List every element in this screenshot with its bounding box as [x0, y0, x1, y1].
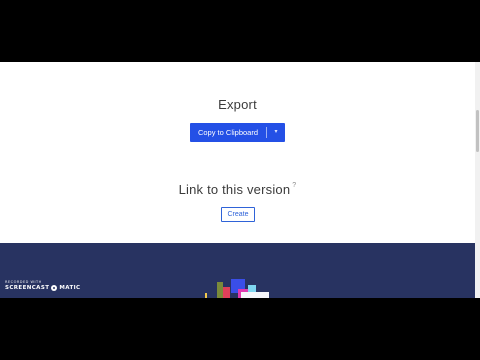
- copy-to-clipboard-button[interactable]: Copy to Clipboard: [190, 123, 266, 142]
- copy-to-clipboard-split-button: Copy to Clipboard ▾: [190, 123, 285, 142]
- illustration-bar: [205, 293, 207, 298]
- export-heading: Export: [218, 97, 257, 112]
- screencast-watermark: RECORDED WITH SCREENCAST MATIC: [5, 280, 81, 291]
- watermark-recorded-with: RECORDED WITH: [5, 280, 42, 284]
- link-version-heading-row: Link to this version?: [0, 182, 475, 197]
- help-icon[interactable]: ?: [292, 182, 296, 189]
- watermark-brand-left: SCREENCAST: [5, 285, 50, 291]
- illustration-block: [248, 285, 256, 292]
- scrollbar-thumb[interactable]: [476, 110, 479, 152]
- watermark-brand-right: MATIC: [59, 285, 81, 291]
- create-link-button[interactable]: Create: [221, 207, 255, 222]
- link-version-heading: Link to this version: [178, 182, 291, 197]
- page-scrollbar[interactable]: [475, 62, 480, 298]
- chevron-down-icon[interactable]: ▾: [267, 123, 285, 142]
- watermark-brand: SCREENCAST MATIC: [5, 285, 81, 291]
- screencast-logo-icon: [51, 285, 58, 291]
- footer-illustration: [205, 279, 275, 298]
- illustration-laptop: [241, 292, 269, 298]
- app-page: Export Copy to Clipboard ▾ Link to this …: [0, 62, 475, 298]
- illustration-bar: [223, 287, 230, 298]
